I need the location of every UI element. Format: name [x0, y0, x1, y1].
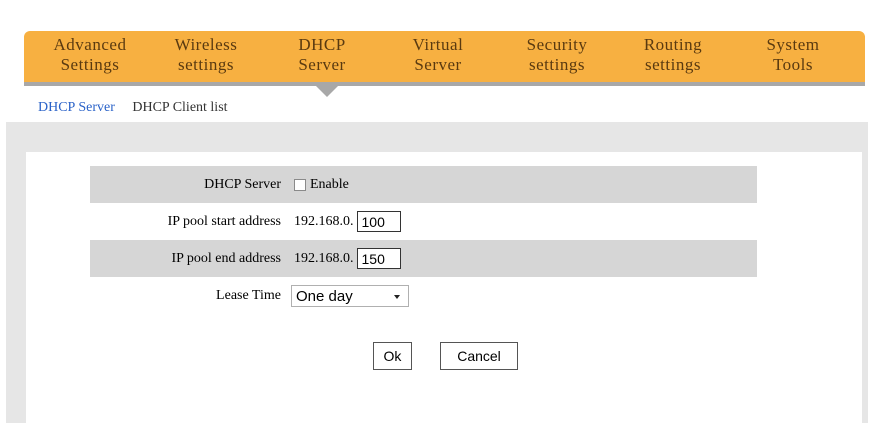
- nav-wireless-settings[interactable]: Wireless settings: [161, 35, 251, 75]
- nav-system-tools[interactable]: System Tools: [753, 35, 833, 75]
- nav-virtual-server[interactable]: Virtual Server: [398, 35, 478, 75]
- lease-time-value: One day: [291, 277, 409, 314]
- nav-dhcp-server-line2: Server: [298, 55, 346, 74]
- lease-time-select[interactable]: One day: [291, 284, 409, 307]
- active-tab-pointer-icon: [316, 86, 338, 97]
- top-navigation-bar: Advanced Settings Wireless settings DHCP…: [24, 31, 865, 83]
- nav-virtual-server-line2: Server: [414, 55, 462, 74]
- nav-security-settings-line1: Security: [526, 35, 588, 54]
- cancel-button[interactable]: Cancel: [440, 342, 518, 370]
- ip-end-label: IP pool end address: [171, 251, 281, 266]
- nav-routing-settings-line1: Routing: [643, 35, 703, 54]
- ip-start-row: IP pool start address 192.168.0. 100: [90, 203, 757, 240]
- nav-wireless-settings-line2: settings: [178, 55, 234, 74]
- subnav: DHCP Server DHCP Client list: [38, 100, 242, 116]
- nav-routing-settings[interactable]: Routing settings: [628, 35, 718, 75]
- nav-routing-settings-line2: settings: [645, 55, 701, 74]
- subnav-dhcp-client-list[interactable]: DHCP Client list: [132, 100, 227, 115]
- nav-system-tools-line2: Tools: [772, 55, 814, 74]
- ip-end-row: IP pool end address 192.168.0. 150: [90, 240, 757, 277]
- nav-underline: [24, 82, 865, 86]
- lease-time-label: Lease Time: [216, 288, 281, 303]
- ip-end-prefix: 192.168.0.: [294, 250, 354, 266]
- ip-start-value: 192.168.0. 100: [294, 203, 401, 240]
- ip-end-value: 192.168.0. 150: [294, 240, 401, 277]
- ip-start-label: IP pool start address: [167, 214, 281, 229]
- ip-start-input[interactable]: 100: [356, 211, 401, 232]
- dhcp-server-row: DHCP Server Enable: [90, 166, 757, 203]
- ok-button[interactable]: Ok: [373, 342, 412, 370]
- nav-dhcp-server[interactable]: DHCP Server: [282, 35, 362, 75]
- lease-time-selected: One day: [296, 287, 353, 305]
- ip-end-input[interactable]: 150: [356, 248, 401, 269]
- ip-start-prefix: 192.168.0.: [294, 213, 354, 229]
- enable-label: Enable: [310, 176, 349, 192]
- nav-advanced-settings-line2: Settings: [60, 55, 120, 74]
- dhcp-server-value: Enable: [294, 166, 349, 203]
- subnav-dhcp-server[interactable]: DHCP Server: [38, 100, 115, 115]
- dhcp-server-label: DHCP Server: [204, 177, 281, 192]
- enable-checkbox[interactable]: [294, 178, 306, 191]
- chevron-down-icon: [394, 294, 400, 299]
- nav-wireless-settings-line1: Wireless: [174, 35, 238, 54]
- nav-security-settings[interactable]: Security settings: [512, 35, 602, 75]
- nav-advanced-settings-line1: Advanced: [53, 35, 127, 54]
- nav-advanced-settings[interactable]: Advanced Settings: [40, 35, 140, 75]
- nav-system-tools-line1: System: [766, 35, 820, 54]
- nav-virtual-server-line1: Virtual: [412, 35, 464, 54]
- lease-time-row: Lease Time One day: [90, 277, 757, 314]
- nav-security-settings-line2: settings: [529, 55, 585, 74]
- nav-dhcp-server-line1: DHCP: [298, 35, 346, 54]
